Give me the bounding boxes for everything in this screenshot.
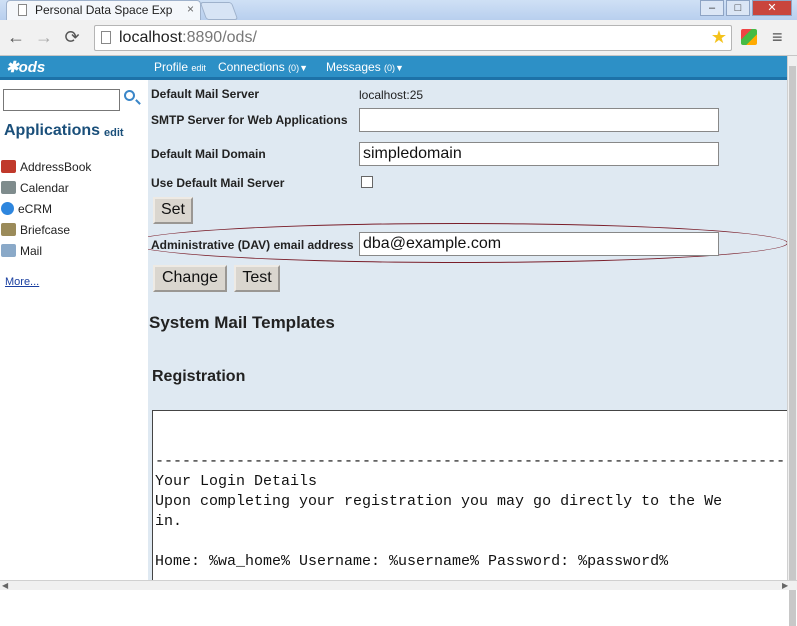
change-button[interactable]: Change (153, 265, 227, 292)
applications-edit-link[interactable]: edit (104, 127, 124, 139)
nav-messages-label: Messages (326, 60, 381, 74)
template-line: ----------------------------------------… (155, 453, 787, 470)
default-mail-domain-field[interactable] (359, 142, 719, 166)
main-content: Default Mail Server localhost:25 SMTP Se… (148, 80, 787, 580)
back-arrow-icon[interactable]: ← (6, 27, 26, 48)
search-icon[interactable] (124, 90, 135, 101)
registration-title: Registration (152, 368, 246, 385)
template-line: Home: %wa_home% Username: %username% Pas… (155, 553, 669, 570)
sidebar-item-label: Calendar (20, 181, 69, 195)
page-icon (101, 31, 111, 44)
url-text: localhost:8890/ods/ (119, 29, 257, 47)
extension-cube-icon[interactable] (741, 29, 757, 45)
url-path: :8890/ods/ (182, 29, 257, 46)
address-bar[interactable]: localhost:8890/ods/ ★ (94, 25, 732, 51)
sidebar-item-briefcase[interactable]: Briefcase (1, 223, 70, 239)
forward-arrow-icon[interactable]: → (34, 27, 54, 48)
use-default-mail-server-checkbox[interactable] (361, 176, 373, 188)
scroll-right-icon[interactable]: ▶ (782, 581, 788, 590)
browser-tab[interactable]: Personal Data Space Exp × (6, 0, 201, 20)
logo-text: ods (18, 59, 46, 76)
vertical-scrollbar[interactable] (787, 56, 797, 626)
sidebar-item-label: AddressBook (20, 160, 92, 174)
nav-messages-count: (0) (384, 63, 396, 73)
default-mail-server-value: localhost:25 (359, 88, 424, 102)
more-link[interactable]: More... (5, 276, 39, 288)
smtp-server-field[interactable] (359, 108, 719, 132)
applications-title: Applications (4, 122, 101, 139)
nav-profile[interactable]: Profile edit (154, 60, 206, 74)
admin-email-field[interactable] (359, 232, 719, 256)
browser-toolbar: ← → ⟳ localhost:8890/ods/ ★ ≡ (0, 20, 797, 56)
test-button[interactable]: Test (234, 265, 280, 292)
tab-close-icon[interactable]: × (187, 2, 194, 16)
nav-messages[interactable]: Messages (0)▼ (326, 60, 404, 74)
browser-title-bar: Personal Data Space Exp × – □ ✕ (0, 0, 797, 20)
sidebar-item-label: Mail (20, 244, 43, 258)
nav-profile-edit[interactable]: edit (191, 63, 206, 73)
chevron-down-icon: ▼ (299, 63, 308, 73)
nav-profile-label[interactable]: Profile (154, 60, 188, 74)
mail-icon (1, 244, 16, 257)
menu-icon[interactable]: ≡ (772, 27, 783, 48)
system-mail-templates-title: System Mail Templates (149, 313, 335, 332)
vertical-scrollbar-thumb[interactable] (789, 66, 796, 626)
url-host: localhost (119, 29, 183, 46)
search-input[interactable] (3, 89, 120, 111)
ods-logo: ✱ods (6, 59, 46, 76)
sidebar: Applications edit AddressBook Calendar e… (0, 80, 148, 580)
template-line: in. (155, 513, 183, 530)
default-mail-domain-label: Default Mail Domain (151, 147, 266, 161)
use-default-mail-server-label: Use Default Mail Server (151, 176, 285, 190)
nav-connections[interactable]: Connections (0)▼ (218, 60, 308, 74)
sidebar-item-mail[interactable]: Mail (1, 244, 42, 260)
tab-title: Personal Data Space Exp (35, 3, 173, 17)
ecrm-icon (1, 202, 14, 215)
minimize-button[interactable]: – (700, 0, 724, 16)
template-line: Upon completing your registration you ma… (155, 493, 723, 510)
calendar-icon (1, 181, 16, 194)
close-window-button[interactable]: ✕ (752, 0, 792, 16)
new-tab-button[interactable] (199, 2, 239, 20)
template-line: Your Login Details (155, 473, 318, 490)
briefcase-icon (1, 223, 16, 236)
nav-connections-label: Connections (218, 60, 285, 74)
sidebar-item-ecrm[interactable]: eCRM (1, 202, 52, 218)
document-icon (18, 4, 27, 16)
chevron-down-icon: ▼ (395, 63, 404, 73)
sidebar-item-label: eCRM (18, 202, 53, 216)
smtp-server-label: SMTP Server for Web Applications (151, 113, 348, 127)
sidebar-item-label: Briefcase (20, 223, 71, 237)
registration-template-textarea[interactable]: ----------------------------------------… (152, 410, 787, 580)
set-button[interactable]: Set (153, 197, 193, 224)
default-mail-server-label: Default Mail Server (151, 87, 260, 101)
horizontal-scrollbar[interactable]: ◀ ▶ (0, 580, 797, 590)
addressbook-icon (1, 160, 16, 173)
sidebar-item-calendar[interactable]: Calendar (1, 181, 69, 197)
scroll-left-icon[interactable]: ◀ (2, 581, 8, 590)
bookmark-star-icon[interactable]: ★ (711, 27, 727, 48)
reload-icon[interactable]: ⟳ (62, 27, 82, 48)
maximize-button[interactable]: □ (726, 0, 750, 16)
admin-email-label: Administrative (DAV) email address (151, 238, 354, 252)
sidebar-item-addressbook[interactable]: AddressBook (1, 160, 91, 176)
ods-app-bar: ✱ods Profile edit Connections (0)▼ Messa… (0, 56, 787, 80)
nav-connections-count: (0) (288, 63, 300, 73)
